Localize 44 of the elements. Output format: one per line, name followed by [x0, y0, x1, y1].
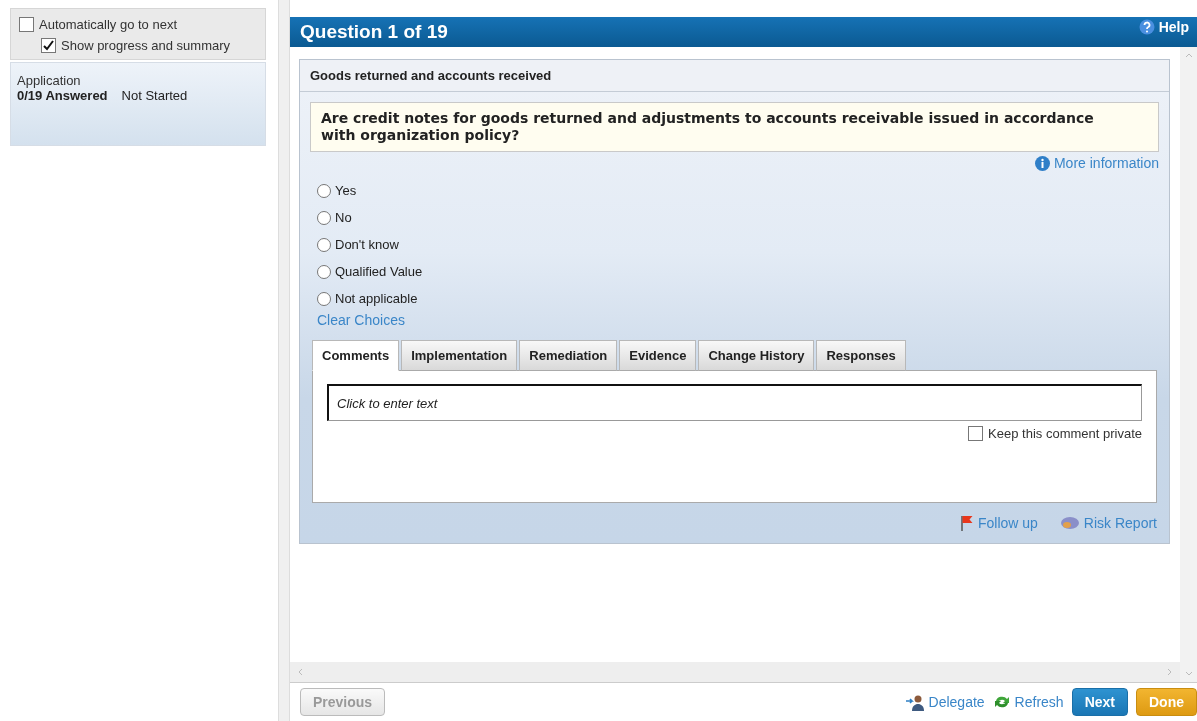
- done-button[interactable]: Done: [1136, 688, 1197, 716]
- tab[interactable]: Implementation: [401, 340, 518, 371]
- question-title: Question 1 of 19: [300, 21, 448, 43]
- question-text: Are credit notes for goods returned and adjustments to accounts receivable issued in accordance with organization policy?: [310, 102, 1159, 152]
- choice-label: Yes: [335, 183, 357, 198]
- tab[interactable]: Comments: [312, 340, 400, 371]
- status-text: Not Started: [121, 88, 188, 103]
- radio-button[interactable]: [317, 264, 331, 279]
- help-link[interactable]: Help: [1138, 19, 1189, 35]
- refresh-link[interactable]: Refresh: [992, 694, 1064, 710]
- person-arrow-icon: [904, 693, 925, 711]
- tab[interactable]: Evidence: [619, 340, 697, 371]
- choice-label: Don't know: [335, 237, 399, 252]
- checkbox[interactable]: [19, 17, 34, 32]
- comment-field[interactable]: Click to enter text: [327, 384, 1142, 421]
- check-icon: [43, 40, 54, 51]
- option-label: Keep this comment private: [988, 426, 1142, 441]
- clear-choices-link[interactable]: Clear Choices: [317, 312, 405, 328]
- report-icon: [1059, 516, 1080, 530]
- checkbox[interactable]: [968, 426, 984, 441]
- flag-icon: [959, 515, 974, 531]
- next-button[interactable]: Next: [1071, 688, 1128, 716]
- radio-button[interactable]: [317, 237, 331, 252]
- delegate-link[interactable]: Delegate: [904, 693, 985, 711]
- tab[interactable]: Responses: [816, 340, 906, 371]
- tab[interactable]: Remediation: [519, 340, 618, 371]
- more-information-link[interactable]: More information: [1034, 155, 1159, 171]
- tab[interactable]: Change History: [698, 340, 815, 371]
- follow-up-link[interactable]: Follow up: [959, 515, 1038, 531]
- checkbox[interactable]: [41, 38, 56, 53]
- option-label: Automatically go to next: [39, 17, 178, 32]
- radio-button[interactable]: [317, 291, 331, 306]
- choice-label: Qualified Value: [335, 264, 423, 279]
- choice-label: Not applicable: [335, 291, 418, 306]
- radio-button[interactable]: [317, 210, 331, 225]
- help-icon: [1138, 19, 1155, 35]
- option-label: Show progress and summary: [61, 38, 231, 53]
- refresh-icon: [992, 694, 1011, 710]
- choice-label: No: [335, 210, 352, 225]
- answered-count: 0/19 Answered: [17, 88, 108, 103]
- summary-title: Application: [17, 73, 82, 88]
- risk-report-link[interactable]: Risk Report: [1059, 515, 1157, 531]
- info-icon: [1034, 155, 1050, 171]
- radio-button[interactable]: [317, 183, 331, 198]
